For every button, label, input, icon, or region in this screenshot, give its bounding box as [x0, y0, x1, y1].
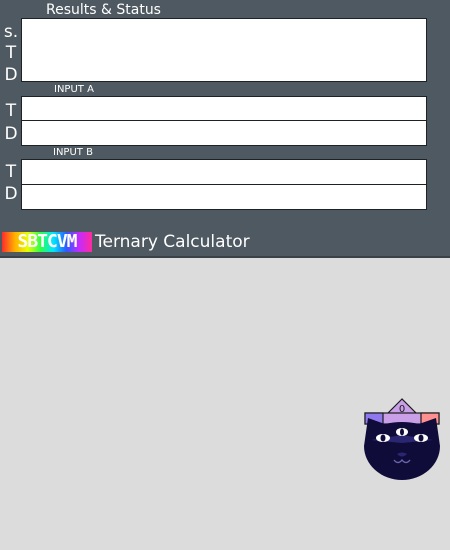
input-b-ternary-field[interactable]: [21, 159, 427, 185]
input-a-label: INPUT A: [54, 84, 94, 95]
input-a-decimal-label: D: [4, 124, 18, 144]
input-a-ternary-field[interactable]: [21, 96, 427, 121]
input-a-ternary-label: T: [5, 101, 17, 121]
input-b-decimal-field[interactable]: [21, 184, 427, 210]
sbtcvm-logo: SBTCVM: [2, 232, 92, 252]
mascot-hat: 0: [364, 398, 440, 425]
calculator-panel: Results & Status s. T D INPUT A T D INPU…: [0, 0, 450, 258]
decimal-side-label: D: [4, 65, 18, 85]
app-title: Ternary Calculator: [95, 232, 250, 252]
input-a-decimal-field[interactable]: [21, 120, 427, 146]
status-side-label: s.: [3, 22, 19, 42]
cat-mascot-icon: 0: [364, 398, 440, 480]
results-output[interactable]: [21, 18, 427, 82]
results-status-title: Results & Status: [46, 2, 161, 18]
input-b-decimal-label: D: [4, 184, 18, 204]
mascot-hat-glyph: 0: [399, 404, 405, 415]
input-b-label: INPUT B: [53, 147, 93, 158]
mascot-face: [364, 418, 440, 480]
ternary-side-label: T: [5, 43, 17, 63]
input-b-ternary-label: T: [5, 162, 17, 182]
